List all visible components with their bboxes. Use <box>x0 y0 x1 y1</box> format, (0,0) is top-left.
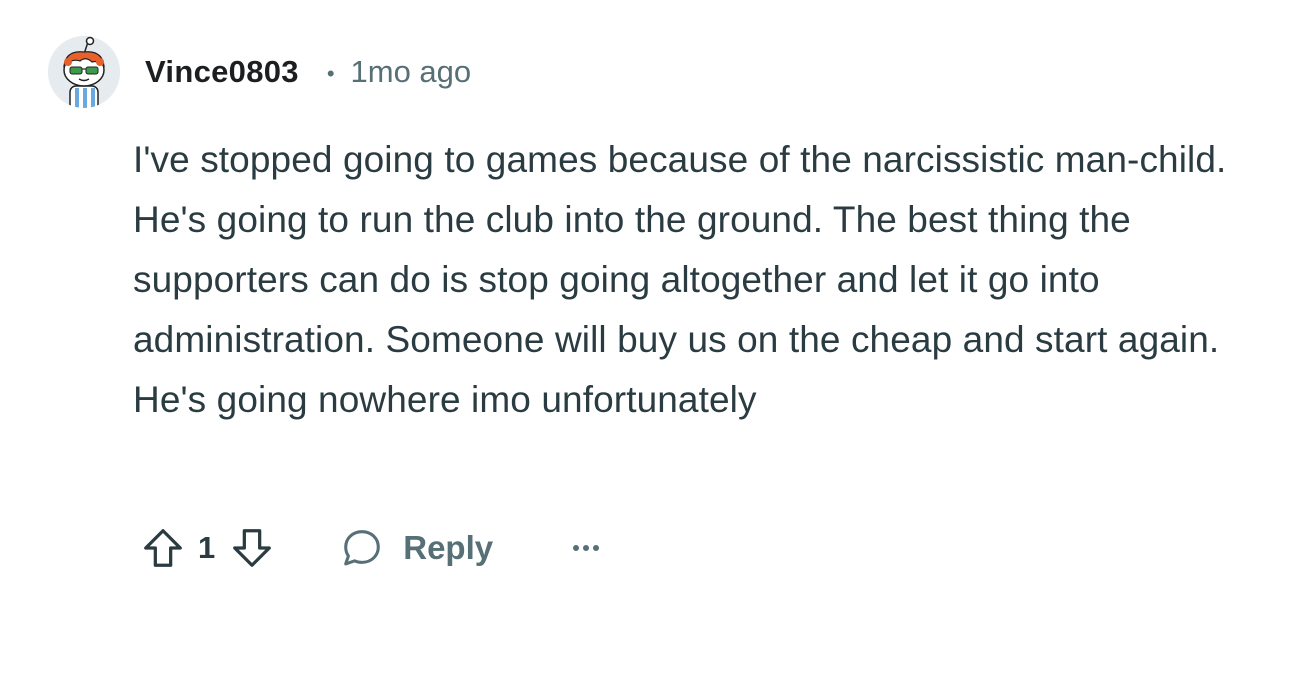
username[interactable]: Vince0803 <box>145 54 299 90</box>
comment-actions: 1 Reply <box>140 520 600 576</box>
ellipsis-icon <box>573 545 580 551</box>
upvote-arrow-icon <box>144 529 182 567</box>
ellipsis-dot <box>583 545 590 551</box>
comment: Vince0803 • 1mo ago I've stopped going t… <box>0 0 1290 682</box>
snoo-avatar-icon <box>48 36 120 108</box>
downvote-button[interactable] <box>229 525 275 571</box>
reply-button[interactable]: Reply <box>339 525 493 571</box>
upvote-button[interactable] <box>140 525 186 571</box>
meta-separator: • <box>326 61 335 86</box>
vote-count: 1 <box>198 530 216 565</box>
downvote-arrow-icon <box>233 529 272 567</box>
avatar[interactable] <box>48 36 120 108</box>
ellipsis-dot <box>593 545 600 551</box>
timestamp[interactable]: 1mo ago <box>351 54 472 90</box>
speech-bubble-icon <box>344 530 381 566</box>
comment-body: I've stopped going to games because of t… <box>133 139 1227 420</box>
more-options-button[interactable] <box>573 528 600 568</box>
comment-header: Vince0803 • 1mo ago <box>145 52 471 92</box>
reply-label: Reply <box>403 529 494 566</box>
